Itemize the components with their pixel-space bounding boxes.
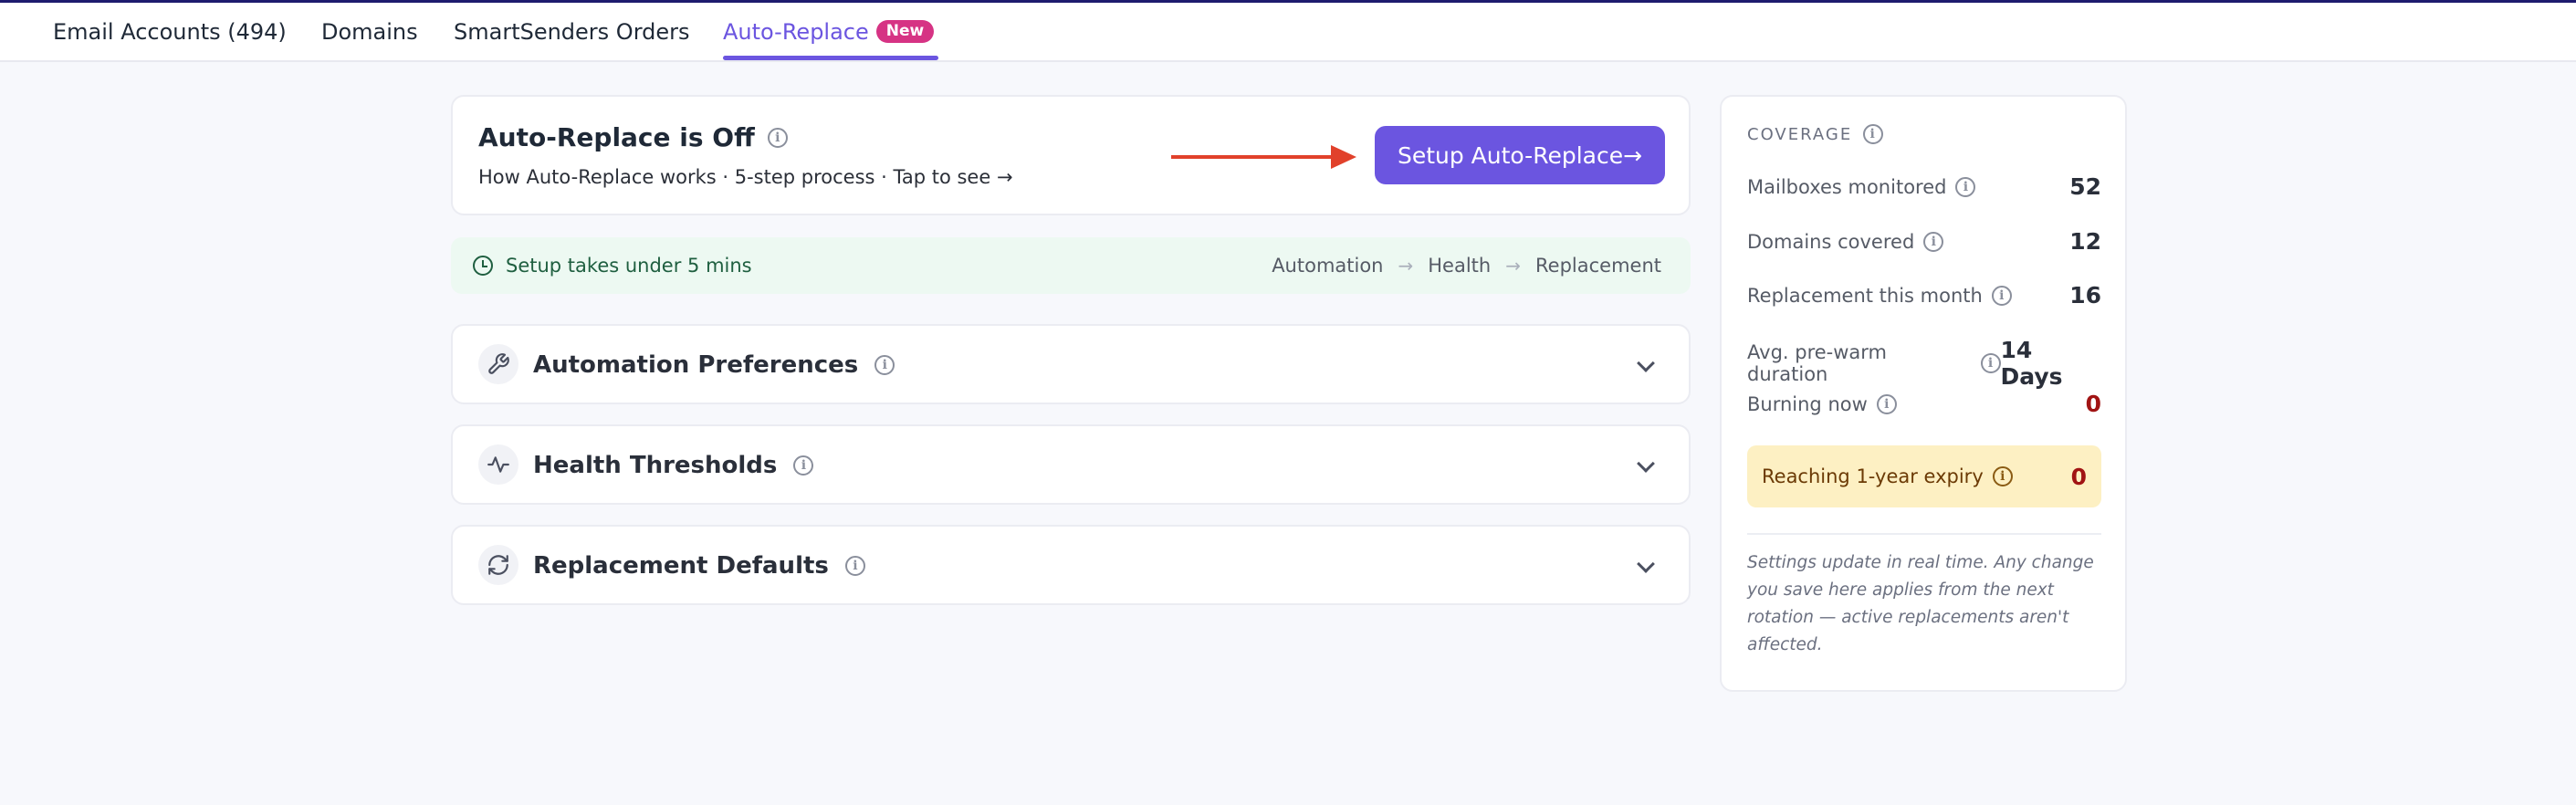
tab-smartsenders-orders[interactable]: SmartSenders Orders [454, 3, 690, 60]
refresh-icon [478, 545, 518, 585]
notice-text: Setup takes under 5 mins [506, 255, 752, 277]
chevron-down-icon[interactable] [1637, 555, 1655, 573]
stat-value: 0 [2070, 463, 2087, 490]
info-icon[interactable]: i [844, 556, 865, 576]
stat-label: Reaching 1-year expiry [1762, 465, 1984, 487]
tab-domains[interactable]: Domains [321, 3, 418, 60]
pulse-icon [478, 444, 518, 485]
info-icon[interactable]: i [874, 355, 895, 375]
coverage-panel: COVERAGE i Mailboxes monitored i 52 Domai… [1720, 95, 2127, 692]
stat-label: Mailboxes monitored [1747, 175, 1947, 198]
step-automation: Automation [1272, 255, 1384, 277]
stat-label: Burning now [1747, 392, 1868, 415]
stat-value: 52 [2069, 173, 2101, 200]
arrow-head-icon [1331, 145, 1356, 169]
coverage-title: COVERAGE [1747, 124, 1853, 144]
tab-auto-replace[interactable]: Auto-Replace New [723, 3, 938, 60]
arrow-pointer-icon [1171, 155, 1335, 159]
tab-label: Email Accounts (494) [53, 18, 287, 45]
tab-email-accounts[interactable]: Email Accounts (494) [53, 3, 287, 60]
tab-label: Auto-Replace [723, 18, 869, 45]
info-icon[interactable]: i [1863, 124, 1884, 144]
tab-bar: Email Accounts (494) Domains SmartSender… [0, 3, 2576, 62]
stat-reaching-expiry: Reaching 1-year expiry i 0 [1747, 445, 2101, 507]
info-icon[interactable]: i [1876, 393, 1897, 414]
step-health: Health [1428, 255, 1492, 277]
info-icon[interactable]: i [1923, 231, 1944, 252]
stat-avg-pre-warm-duration: Avg. pre-warm duration i 14 Days [1747, 337, 2101, 390]
setup-steps: Automation → Health → Replacement [1272, 237, 1661, 294]
section-health-thresholds[interactable]: Health Thresholds i [451, 424, 1691, 505]
step-replacement: Replacement [1535, 255, 1661, 277]
section-automation-preferences[interactable]: Automation Preferences i [451, 324, 1691, 404]
stat-value: 16 [2069, 282, 2101, 308]
new-badge: New [875, 20, 935, 43]
stat-value: 12 [2069, 228, 2101, 255]
stat-replacement-this-month: Replacement this month i 16 [1747, 282, 2101, 308]
stat-label: Replacement this month [1747, 284, 1983, 307]
setup-auto-replace-button[interactable]: Setup Auto-Replace→ [1375, 126, 1665, 184]
stat-domains-covered: Domains covered i 12 [1747, 228, 2101, 255]
stat-value: 0 [2085, 391, 2101, 417]
info-icon[interactable]: i [1980, 353, 2001, 373]
info-icon[interactable]: i [1991, 285, 2012, 306]
settings-note: Settings update in real time. Any change… [1747, 553, 2094, 654]
info-icon[interactable]: i [1992, 466, 2013, 486]
stat-burning-now: Burning now i 0 [1747, 391, 2101, 417]
info-icon[interactable]: i [767, 127, 788, 148]
chevron-down-icon[interactable] [1637, 455, 1655, 473]
info-icon[interactable]: i [1955, 176, 1976, 197]
section-title: Health Thresholds [533, 452, 778, 479]
active-tab-indicator [723, 56, 938, 60]
setup-time-notice: Setup takes under 5 mins Automation → He… [451, 237, 1691, 294]
arrow-right-icon: → [1398, 255, 1414, 277]
chevron-down-icon[interactable] [1637, 354, 1655, 372]
section-replacement-defaults[interactable]: Replacement Defaults i [451, 525, 1691, 605]
section-title: Replacement Defaults [533, 552, 829, 580]
info-icon[interactable]: i [793, 455, 814, 476]
stat-value: 14 Days [2000, 337, 2063, 390]
stat-mailboxes-monitored: Mailboxes monitored i 52 [1747, 173, 2101, 200]
status-title: Auto-Replace is Off [478, 122, 755, 152]
tab-label: SmartSenders Orders [454, 18, 690, 45]
divider [1747, 533, 2101, 535]
arrow-right-icon: → [1505, 255, 1521, 277]
stat-label: Domains covered [1747, 230, 1915, 253]
section-title: Automation Preferences [533, 351, 859, 379]
stat-label: Avg. pre-warm duration [1747, 341, 1888, 385]
wrench-icon [478, 344, 518, 384]
tab-label: Domains [321, 18, 418, 45]
how-it-works-link[interactable]: How Auto-Replace works · 5-step process … [478, 166, 1013, 188]
clock-icon [473, 256, 493, 276]
